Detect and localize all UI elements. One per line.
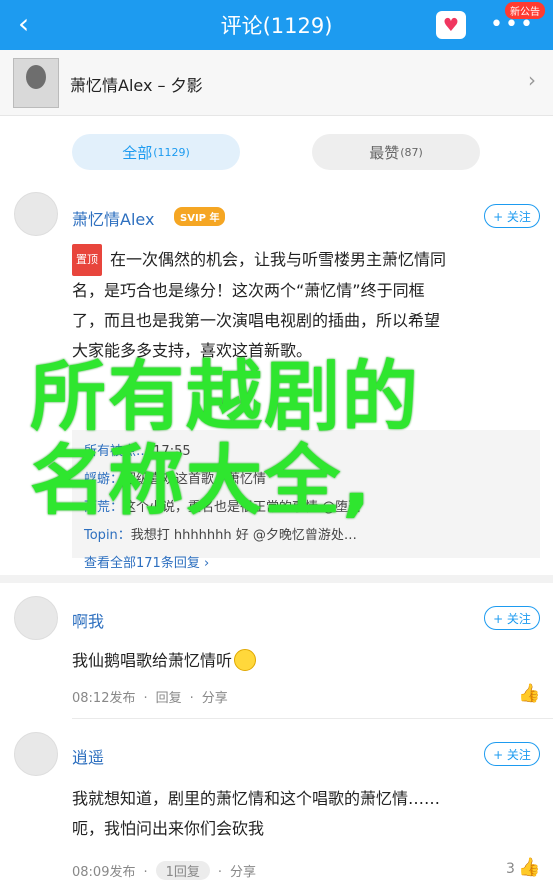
comment-meta: 08:12发布 · 回复 · 分享 — [72, 691, 228, 706]
avatar[interactable] — [14, 596, 58, 640]
tab-hot-label: 最赞 — [369, 143, 400, 162]
tab-all-label: 全部 — [122, 143, 153, 162]
divider — [72, 718, 553, 719]
comment-line: 了，而且也是我第一次演唱电视剧的插曲，所以希望 — [72, 311, 441, 330]
page-title: 评论(1129) — [220, 14, 333, 38]
tab-most-liked[interactable]: 最赞 (87) — [312, 134, 480, 170]
thumbs-up-icon[interactable]: 👍 — [518, 857, 540, 878]
overlay-line: 名称大全, — [30, 436, 373, 525]
follow-button[interactable]: + 关注 — [484, 204, 540, 228]
overlay-caption: 所有越剧的 名称大全, — [30, 355, 550, 523]
thumbs-up-icon[interactable]: 👍 — [518, 683, 540, 704]
avatar[interactable] — [14, 732, 58, 776]
share-button[interactable]: 分享 — [230, 865, 256, 880]
comment-meta: 08:09发布 · 1回复 · 分享 — [72, 861, 256, 880]
comment-username[interactable]: 萧忆情Alex — [72, 206, 154, 230]
chevron-right-icon: › — [528, 68, 536, 92]
tab-hot-count: (87) — [400, 145, 423, 159]
comment-username[interactable]: 逍遥 — [72, 744, 104, 768]
comment-line: 呃，我怕问出来你们会砍我 — [72, 819, 265, 838]
divider — [0, 575, 553, 583]
overlay-line: 所有越剧的 — [30, 352, 420, 441]
comment-time: 08:09发布 — [72, 865, 136, 880]
follow-button[interactable]: + 关注 — [484, 742, 540, 766]
follow-button[interactable]: + 关注 — [484, 606, 540, 630]
vip-badge: SVIP 年 — [174, 207, 226, 226]
comment-text: 我就想知道，剧里的萧忆情和这个唱歌的萧忆情…… 呃，我怕问出来你们会砍我 — [72, 784, 440, 844]
comment-line: 我就想知道，剧里的萧忆情和这个唱歌的萧忆情…… — [72, 789, 441, 808]
song-row[interactable]: 萧忆情Alex – 夕影 › — [0, 50, 553, 116]
back-icon[interactable]: ‹ — [18, 10, 29, 38]
pinned-badge: 置顶 — [72, 244, 102, 276]
avatar[interactable] — [14, 192, 58, 236]
tab-all-count: (1129) — [153, 145, 190, 159]
reply-button[interactable]: 1回复 — [155, 861, 210, 880]
sort-tabs: 全部 (1129) 最赞 (87) — [0, 116, 553, 188]
comment-text: 我仙鹅唱歌给萧忆情听 — [72, 646, 257, 676]
reply-button[interactable]: 回复 — [156, 691, 182, 706]
comment-username[interactable]: 啊我 — [72, 608, 104, 632]
share-button[interactable]: 分享 — [202, 691, 228, 706]
emoji-icon — [234, 649, 257, 671]
announcement-badge: 新公告 — [505, 2, 545, 19]
comment-time: 08:12发布 — [72, 691, 136, 706]
tab-all[interactable]: 全部 (1129) — [72, 134, 240, 170]
reply-item: Topin：我想打 hhhhhhh 好 @夕晚忆曾游处… — [84, 528, 357, 543]
album-cover — [13, 58, 59, 108]
comment-line: 名，是巧合也是缘分！这次两个“萧忆情”终于同框 — [72, 281, 425, 300]
heart-icon[interactable]: ♥ — [436, 11, 466, 39]
comment-text: 置顶 在一次偶然的机会，让我与听雪楼男主萧忆情同 名，是巧合也是缘分！这次两个“萧… — [72, 244, 446, 366]
top-bar: ‹ 评论(1129) ♥ ••• 新公告 — [0, 0, 553, 50]
view-all-replies-link[interactable]: 查看全部171条回复 › — [84, 550, 528, 578]
comment-line: 置顶 在一次偶然的机会，让我与听雪楼男主萧忆情同 — [72, 244, 446, 276]
song-name: 萧忆情Alex – 夕影 — [70, 76, 203, 95]
like-count: 3 — [506, 861, 515, 877]
